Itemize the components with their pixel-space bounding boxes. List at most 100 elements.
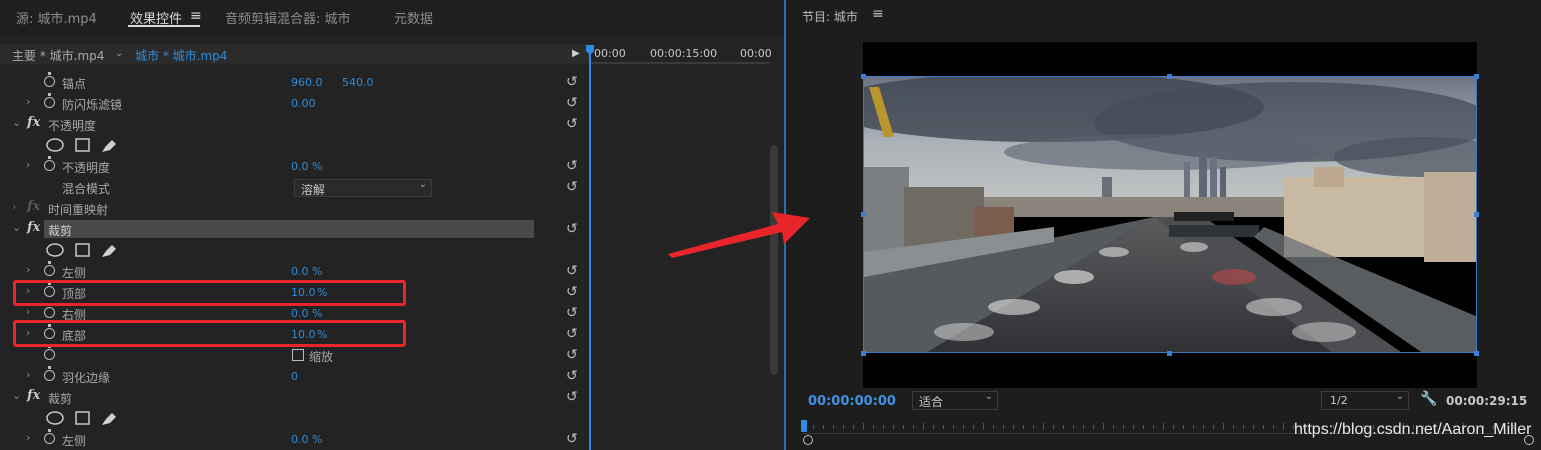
resolution-dropdown[interactable]: 1/2 ⌄ (1321, 391, 1409, 410)
effect-header-crop-2[interactable]: ⌄ fx 裁剪 ↺ (0, 387, 590, 408)
anti-flicker-value[interactable]: 0.00 (291, 97, 316, 110)
mini-timeline-ruler[interactable]: 00:00 00:00:15:00 00:00 (590, 44, 772, 64)
left-value[interactable]: 0.0 (291, 433, 309, 446)
reset-icon[interactable]: ↺ (566, 284, 578, 300)
anchor-y-value[interactable]: 540.0 (342, 76, 374, 89)
stopwatch-icon[interactable] (44, 93, 55, 108)
effect-header-time-remap[interactable]: › fx 时间重映射 (0, 198, 590, 219)
reset-icon[interactable]: ↺ (566, 431, 578, 447)
transform-handle[interactable] (861, 212, 866, 217)
chevron-right-icon[interactable]: › (26, 431, 30, 444)
reset-icon[interactable]: ↺ (566, 326, 578, 342)
vertical-scrollbar[interactable] (770, 145, 778, 375)
reset-icon[interactable]: ↺ (566, 179, 578, 195)
transform-handle[interactable] (1474, 351, 1479, 356)
reset-icon[interactable]: ↺ (566, 116, 578, 132)
chevron-right-icon[interactable]: › (26, 305, 30, 318)
hamburger-icon[interactable]: ≡ (872, 6, 884, 22)
ruler-tick (1163, 423, 1164, 430)
panel-title[interactable]: 节目: 城市 (802, 8, 858, 25)
ellipse-mask-icon[interactable] (46, 138, 66, 152)
chevron-down-icon[interactable]: ⌄ (12, 116, 21, 129)
rectangle-mask-icon[interactable] (75, 138, 91, 152)
rectangle-mask-icon[interactable] (75, 243, 91, 257)
anchor-x-value[interactable]: 960.0 (291, 76, 323, 89)
stopwatch-icon[interactable] (44, 345, 55, 360)
unit-label: % (312, 307, 323, 320)
chevron-right-icon[interactable]: › (26, 95, 30, 108)
video-frame-city[interactable] (863, 76, 1477, 353)
transform-handle[interactable] (1474, 74, 1479, 79)
transform-handle[interactable] (861, 351, 866, 356)
ruler-tick (953, 425, 954, 429)
rectangle-mask-icon[interactable] (75, 411, 91, 425)
timecode-mid: 00:00:15:00 (650, 47, 718, 60)
ellipse-mask-icon[interactable] (46, 411, 66, 425)
fx-icon[interactable]: fx (27, 199, 40, 214)
reset-icon[interactable]: ↺ (566, 263, 578, 279)
blend-mode-dropdown[interactable]: 溶解 ⌄ (294, 179, 432, 197)
reset-icon[interactable]: ↺ (566, 95, 578, 111)
property-row-blend-mode: 混合模式 溶解 ⌄ ↺ (0, 177, 590, 198)
fit-dropdown[interactable]: 适合 ⌄ (912, 391, 998, 410)
program-playhead[interactable] (801, 420, 807, 432)
reset-icon[interactable]: ↺ (566, 368, 578, 384)
transform-handle[interactable] (1167, 74, 1172, 79)
stopwatch-icon[interactable] (44, 156, 55, 171)
effect-header-opacity[interactable]: ⌄ fx 不透明度 ↺ (0, 114, 590, 135)
fx-icon[interactable]: fx (27, 220, 40, 235)
stopwatch-icon[interactable] (44, 303, 55, 318)
right-value[interactable]: 0.0 (291, 307, 309, 320)
pen-mask-icon[interactable] (100, 138, 118, 154)
sequence-clip-label[interactable]: 城市 * 城市.mp4 (135, 47, 227, 64)
reset-icon[interactable]: ↺ (566, 347, 578, 363)
effect-name: 时间重映射 (48, 203, 109, 217)
ruler-tick (1043, 423, 1044, 430)
reset-icon[interactable]: ↺ (566, 305, 578, 321)
ellipse-mask-icon[interactable] (46, 243, 66, 257)
ruler-tick (1203, 425, 1204, 429)
stopwatch-icon[interactable] (44, 366, 55, 381)
pen-mask-icon[interactable] (100, 411, 118, 427)
reset-icon[interactable]: ↺ (566, 221, 578, 237)
opacity-value[interactable]: 0.0 (291, 160, 309, 173)
in-point-handle[interactable] (803, 435, 813, 445)
stopwatch-icon[interactable] (44, 72, 55, 87)
reset-icon[interactable]: ↺ (566, 158, 578, 174)
hamburger-icon[interactable]: ≡ (190, 8, 202, 24)
fx-icon[interactable]: fx (27, 388, 40, 403)
tab-audio-mixer[interactable]: 音频剪辑混合器: 城市 (225, 8, 351, 27)
chevron-right-icon[interactable]: › (26, 368, 30, 381)
mask-tools-row (0, 240, 590, 261)
transform-handle[interactable] (1474, 212, 1479, 217)
zoom-checkbox[interactable] (292, 349, 304, 361)
tab-metadata[interactable]: 元数据 (394, 8, 433, 27)
transform-handle[interactable] (861, 74, 866, 79)
master-clip-label[interactable]: 主要 * 城市.mp4 (12, 47, 104, 64)
dropdown-value: 适合 (919, 395, 944, 409)
chevron-down-icon[interactable]: ⌄ (115, 48, 123, 59)
reset-icon[interactable]: ↺ (566, 389, 578, 405)
chevron-down-icon[interactable]: ⌄ (12, 389, 21, 402)
pen-mask-icon[interactable] (100, 243, 118, 259)
play-triangle-icon[interactable]: ▶ (572, 48, 580, 59)
chevron-right-icon[interactable]: › (12, 200, 16, 213)
playhead-line[interactable] (589, 45, 591, 450)
wrench-icon[interactable]: 🔧 (1420, 391, 1437, 407)
current-timecode[interactable]: 00:00:00:00 (808, 394, 896, 409)
chevron-right-icon[interactable]: › (26, 158, 30, 171)
effect-header-crop[interactable]: ⌄ fx 裁剪 ↺ (0, 219, 590, 240)
fx-icon[interactable]: fx (27, 115, 40, 130)
ruler-tick (1023, 425, 1024, 429)
reset-icon[interactable]: ↺ (566, 74, 578, 90)
chevron-right-icon[interactable]: › (26, 263, 30, 276)
left-value[interactable]: 0.0 (291, 265, 309, 278)
chevron-down-icon: ⌄ (984, 391, 993, 402)
feather-value[interactable]: 0 (291, 370, 298, 383)
stopwatch-icon[interactable] (44, 261, 55, 276)
tab-source[interactable]: 源: 城市.mp4 (16, 8, 97, 27)
chevron-down-icon[interactable]: ⌄ (12, 221, 21, 234)
stopwatch-icon[interactable] (44, 429, 55, 444)
clip-selector-bar: 主要 * 城市.mp4 ⌄ 城市 * 城市.mp4 ▶ (0, 44, 590, 64)
transform-handle[interactable] (1167, 351, 1172, 356)
